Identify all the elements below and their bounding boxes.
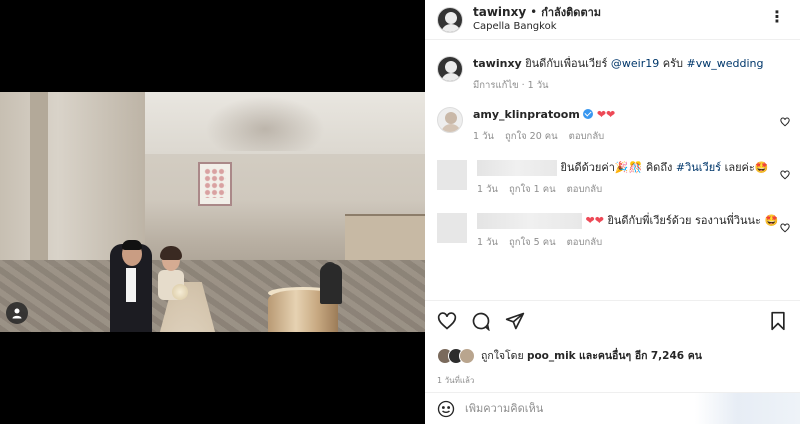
- comments-list: tawinxy ยินดีกับเพื่อนเวียร์ @weir19 ครั…: [425, 56, 800, 301]
- comment-reply-button[interactable]: ตอบกลับ: [567, 237, 603, 248]
- post-panel: tawinxy • กำลังติดตาม Capella Bangkok ⋮ ta…: [425, 0, 800, 424]
- add-comment-bar: [425, 392, 800, 424]
- comment-message: ❤❤: [596, 108, 616, 121]
- comment-row: ยินดีด้วยค่า🎉🎊 คิดถึง #วินเวียร์ เลยค่ะ🤩…: [425, 160, 800, 197]
- comment-like-icon[interactable]: [780, 170, 790, 180]
- heart-icon[interactable]: [437, 311, 457, 331]
- author-avatar[interactable]: [437, 6, 463, 33]
- comment-message: ยินดีกับพี่เวียร์ด้วย รองานพี่วินนะ 🤩: [607, 214, 779, 227]
- comment-likes[interactable]: ถูกใจ 5 คน: [509, 237, 556, 248]
- author-info: tawinxy • กำลังติดตาม Capella Bangkok: [473, 5, 601, 34]
- caption-text: tawinxy ยินดีกับเพื่อนเวียร์ @weir19 ครั…: [473, 56, 788, 72]
- comment-avatar[interactable]: [437, 107, 463, 133]
- verified-icon: [583, 109, 594, 119]
- photo-groom-shirt: [126, 268, 136, 302]
- comment-hearts: ❤❤: [585, 214, 604, 227]
- comment-text: ยินดีด้วยค่า🎉🎊 คิดถึง #วินเวียร์ เลยค่ะ🤩: [477, 160, 788, 176]
- liker-avatar: [459, 347, 475, 364]
- bookmark-icon[interactable]: [768, 311, 788, 331]
- comment-avatar-blurred[interactable]: [437, 160, 467, 190]
- photo-wall: [0, 92, 145, 267]
- action-icons: [437, 309, 788, 333]
- caption-body: tawinxy ยินดีกับเพื่อนเวียร์ @weir19 ครั…: [473, 56, 788, 93]
- comment-time: 1 วัน: [477, 237, 498, 248]
- share-icon[interactable]: [505, 311, 525, 331]
- user-tag-icon: [12, 308, 22, 319]
- comment-likes[interactable]: ถูกใจ 1 คน: [509, 184, 556, 195]
- liker-avatars[interactable]: [437, 347, 477, 364]
- instagram-post-view: tawinxy • กำลังติดตาม Capella Bangkok ⋮ ta…: [0, 0, 800, 424]
- comment-meta: 1 วัน ถูกใจ 5 คน ตอบกลับ: [477, 235, 788, 250]
- photo-pillar: [30, 92, 48, 270]
- photo-bouquet: [172, 284, 188, 300]
- photo-bride-hair: [160, 246, 182, 260]
- photo-shadow: [205, 96, 325, 151]
- emoji-icon[interactable]: [437, 400, 455, 418]
- comment-row: amy_klinpratoom ❤❤ 1 วัน ถูกใจ 20 คน ตอบ…: [425, 107, 800, 144]
- comment-icon[interactable]: [471, 311, 491, 331]
- posted-time[interactable]: 1 วันที่แล้ว: [437, 374, 788, 387]
- comment-meta: 1 วัน ถูกใจ 20 คน ตอบกลับ: [473, 129, 788, 144]
- photo-easel: [198, 162, 232, 206]
- author-username[interactable]: tawinxy: [473, 5, 526, 19]
- comment-avatar-blurred[interactable]: [437, 213, 467, 243]
- caption-row: tawinxy ยินดีกับเพื่อนเวียร์ @weir19 ครั…: [425, 56, 800, 93]
- comment-like-icon[interactable]: [780, 223, 790, 233]
- comment-username[interactable]: amy_klinpratoom: [473, 108, 580, 121]
- comment-reply-button[interactable]: ตอบกลับ: [569, 131, 605, 142]
- separator-dot: •: [530, 5, 538, 19]
- comment-username-blurred[interactable]: [477, 160, 557, 176]
- photo-guest: [320, 264, 342, 304]
- comment-message-2: คิดถึง: [645, 161, 673, 174]
- caption-mention[interactable]: @weir19: [611, 57, 659, 70]
- liked-by-suffix[interactable]: และคนอื่นๆ อีก: [579, 350, 648, 362]
- comment-like-icon[interactable]: [780, 117, 790, 127]
- post-location[interactable]: Capella Bangkok: [473, 20, 601, 34]
- liked-by-user[interactable]: poo_mik: [527, 350, 576, 362]
- caption-polite: ครับ: [662, 57, 683, 70]
- caption-message: ยินดีกับเพื่อนเวียร์: [525, 57, 608, 70]
- caption-meta: มีการแก้ไข · 1 วัน: [473, 80, 549, 91]
- comment-username-blurred[interactable]: [477, 213, 582, 229]
- comment-likes[interactable]: ถูกใจ 20 คน: [505, 131, 558, 142]
- liked-count[interactable]: 7,246 คน: [651, 350, 702, 362]
- comment-message-3: เลยค่ะ🤩: [724, 161, 769, 174]
- comment-text: ❤❤ ยินดีกับพี่เวียร์ด้วย รองานพี่วินนะ 🤩: [477, 213, 788, 229]
- comment-text: amy_klinpratoom ❤❤: [473, 107, 788, 123]
- user-tag-button[interactable]: [6, 302, 28, 324]
- comment-body: ยินดีด้วยค่า🎉🎊 คิดถึง #วินเวียร์ เลยค่ะ🤩…: [477, 160, 788, 197]
- comment-reply-button[interactable]: ตอบกลับ: [567, 184, 603, 195]
- post-media: [0, 0, 425, 424]
- comment-row: ❤❤ ยินดีกับพี่เวียร์ด้วย รองานพี่วินนะ 🤩…: [425, 213, 800, 250]
- comment-body: ❤❤ ยินดีกับพี่เวียร์ด้วย รองานพี่วินนะ 🤩…: [477, 213, 788, 250]
- photo-groom-hair: [122, 240, 142, 250]
- post-comment-button[interactable]: [695, 393, 800, 424]
- comment-time: 1 วัน: [473, 131, 494, 142]
- follow-status-button[interactable]: กำลังติดตาม: [541, 6, 601, 19]
- caption-avatar[interactable]: [437, 56, 463, 82]
- comment-message: ยินดีด้วยค่า🎉🎊: [560, 161, 643, 174]
- comment-hashtag[interactable]: #วินเวียร์: [676, 161, 721, 174]
- likes-text: ถูกใจโดย poo_mik และคนอื่นๆ อีก 7,246 คน: [481, 347, 702, 364]
- more-icon: ⋮: [769, 7, 786, 26]
- photo-floor: [0, 260, 425, 332]
- comment-body: amy_klinpratoom ❤❤ 1 วัน ถูกใจ 20 คน ตอบ…: [473, 107, 788, 144]
- post-actions: ถูกใจโดย poo_mik และคนอื่นๆ อีก 7,246 คน…: [425, 300, 800, 392]
- comment-meta: 1 วัน ถูกใจ 1 คน ตอบกลับ: [477, 182, 788, 197]
- post-header: tawinxy • กำลังติดตาม Capella Bangkok ⋮: [425, 0, 800, 40]
- more-options-button[interactable]: ⋮: [769, 9, 786, 25]
- post-photo[interactable]: [0, 92, 425, 332]
- comment-input[interactable]: [465, 402, 685, 415]
- caption-username[interactable]: tawinxy: [473, 57, 522, 70]
- photo-counter: [345, 214, 425, 264]
- caption-hashtag[interactable]: #vw_wedding: [687, 57, 764, 70]
- likes-summary: ถูกใจโดย poo_mik และคนอื่นๆ อีก 7,246 คน: [437, 347, 788, 364]
- liked-by-prefix: ถูกใจโดย: [481, 350, 524, 362]
- comment-time: 1 วัน: [477, 184, 498, 195]
